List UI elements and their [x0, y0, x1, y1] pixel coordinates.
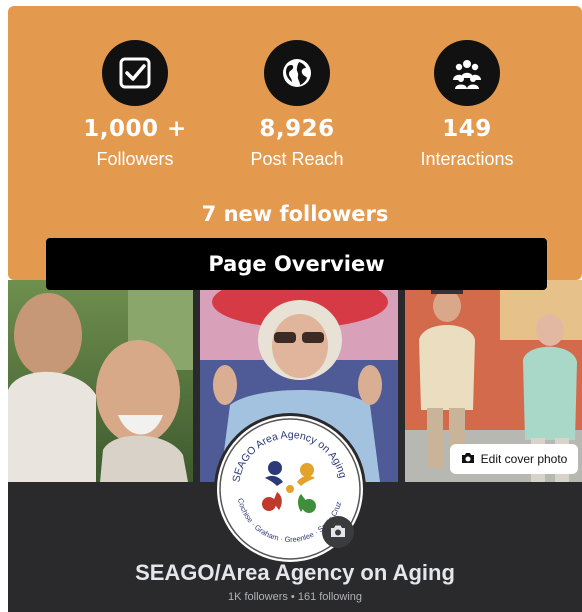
camera-icon [461, 452, 475, 467]
new-followers-text: 7 new followers [201, 202, 389, 226]
checkbox-icon [102, 40, 168, 106]
page-followers-meta: 1K followers • 161 following [227, 591, 363, 603]
stat-post-reach: 8,926 Post Reach [212, 40, 382, 170]
interactions-count: 149 [442, 116, 492, 142]
interactions-label: Interactions [420, 149, 514, 169]
globe-icon [264, 40, 330, 106]
post-reach-label: Post Reach [250, 149, 344, 169]
profile-section: Edit cover photo SEAGO Area Agency on Ag… [8, 280, 582, 612]
group-icon [434, 40, 500, 106]
stat-interactions: 149 Interactions [382, 40, 552, 170]
update-profile-photo-button[interactable] [322, 516, 354, 548]
post-reach-count: 8,926 [259, 116, 335, 142]
edit-cover-button[interactable]: Edit cover photo [450, 444, 578, 474]
followers-count: 1,000 + [83, 116, 187, 142]
stat-followers: 1,000 + Followers [50, 40, 220, 170]
followers-label: Followers [96, 149, 174, 169]
cover-photo-men [8, 280, 193, 482]
page-name: SEAGO/Area Agency on Aging [135, 560, 455, 585]
camera-icon [330, 523, 346, 542]
page-overview-banner: Page Overview [46, 238, 547, 290]
edit-cover-label: Edit cover photo [480, 452, 568, 466]
